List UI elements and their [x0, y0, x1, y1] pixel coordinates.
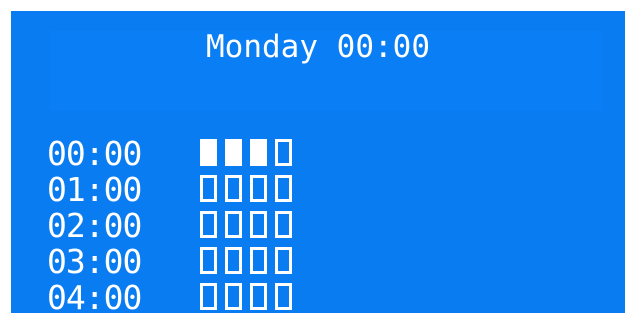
- schedule-row: 00:00: [11, 136, 411, 172]
- quarter-slot[interactable]: [200, 175, 217, 202]
- quarter-slot[interactable]: [275, 139, 292, 166]
- schedule-row: 03:00: [11, 244, 411, 280]
- display-screen: Monday 00:00 00:00 01:00 02:00 03:00 04:…: [11, 11, 625, 313]
- quarter-slot[interactable]: [200, 247, 217, 274]
- quarter-slot[interactable]: [275, 211, 292, 238]
- quarter-slot[interactable]: [275, 247, 292, 274]
- quarter-slot[interactable]: [225, 139, 242, 166]
- quarter-slot[interactable]: [225, 283, 242, 310]
- quarter-slot[interactable]: [250, 247, 267, 274]
- quarter-slot[interactable]: [225, 211, 242, 238]
- quarter-slot[interactable]: [250, 283, 267, 310]
- quarter-slot[interactable]: [225, 247, 242, 274]
- hour-label: 02:00: [47, 206, 142, 245]
- hour-label: 01:00: [47, 170, 142, 209]
- hour-label: 03:00: [47, 242, 142, 281]
- quarter-slot[interactable]: [225, 175, 242, 202]
- day-time-header: Monday 00:00: [206, 29, 430, 65]
- hour-label: 04:00: [47, 278, 142, 314]
- quarter-slot[interactable]: [200, 283, 217, 310]
- quarter-slot[interactable]: [200, 211, 217, 238]
- quarter-slot[interactable]: [250, 139, 267, 166]
- quarter-slot[interactable]: [250, 211, 267, 238]
- schedule-row: 01:00: [11, 172, 411, 208]
- quarter-slot[interactable]: [250, 175, 267, 202]
- quarter-slot[interactable]: [200, 139, 217, 166]
- schedule-row: 02:00: [11, 208, 411, 244]
- hour-label: 00:00: [47, 134, 142, 173]
- schedule-row: 04:00: [11, 280, 411, 313]
- quarter-slot[interactable]: [275, 283, 292, 310]
- quarter-slot[interactable]: [275, 175, 292, 202]
